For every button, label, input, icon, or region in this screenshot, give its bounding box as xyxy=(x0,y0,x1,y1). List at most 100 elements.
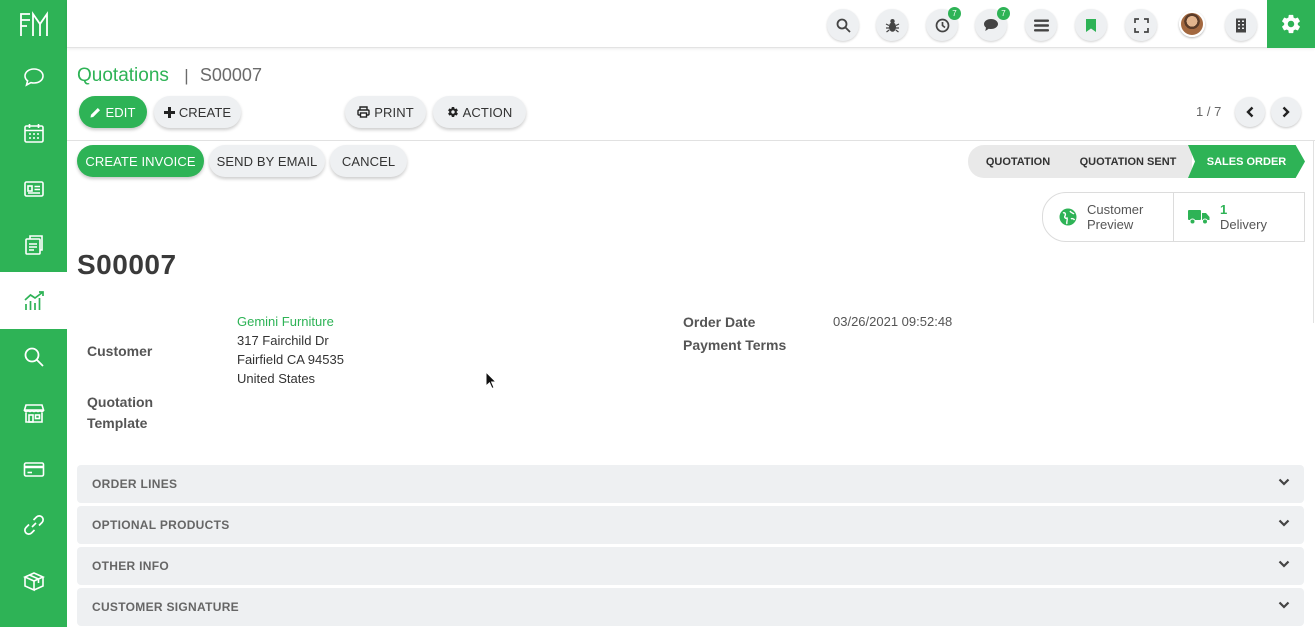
debug-button[interactable] xyxy=(876,9,908,41)
record-title: S00007 xyxy=(77,249,177,280)
search-icon xyxy=(836,18,851,33)
section-other-info-title: OTHER INFO xyxy=(92,559,169,573)
section-other-info[interactable]: OTHER INFO xyxy=(77,547,1304,585)
sidebar-item-payments[interactable] xyxy=(0,440,67,497)
send-by-email-label: SEND BY EMAIL xyxy=(216,153,318,169)
search-button[interactable] xyxy=(827,9,859,41)
print-button-label: PRINT xyxy=(374,104,414,120)
status-bar: QUOTATION QUOTATION SENT SALES ORDER xyxy=(968,145,1305,178)
fullscreen-icon xyxy=(1133,17,1149,33)
menu-button[interactable] xyxy=(1025,9,1057,41)
sidebar-item-contacts[interactable] xyxy=(0,160,67,217)
stage-sales-order[interactable]: SALES ORDER xyxy=(1188,145,1305,178)
action-button-label: ACTION xyxy=(462,104,513,120)
quotation-template-label: Quotation Template xyxy=(87,392,153,434)
customer-address-line1: 317 Fairchild Dr xyxy=(237,333,329,348)
settings-button[interactable] xyxy=(1267,0,1315,48)
order-date-label: Order Date xyxy=(683,314,756,330)
company-button[interactable] xyxy=(1225,9,1257,41)
customer-address-line3: United States xyxy=(237,371,316,386)
brand-logo-icon[interactable] xyxy=(0,0,67,48)
bug-icon xyxy=(885,18,899,32)
customer-preview-button[interactable]: Customer Preview xyxy=(1043,193,1174,241)
section-order-lines[interactable]: ORDER LINES xyxy=(77,465,1304,503)
breadcrumb-quotations-link[interactable]: Quotations xyxy=(77,65,169,86)
pencil-icon xyxy=(90,107,101,118)
mouse-cursor-icon xyxy=(485,370,498,395)
card-icon xyxy=(23,461,44,477)
create-invoice-button[interactable]: CREATE INVOICE xyxy=(77,145,204,177)
crm-icon xyxy=(24,234,43,255)
chevron-right-icon xyxy=(1282,106,1290,118)
cancel-button[interactable]: CANCEL xyxy=(330,145,407,177)
store-icon xyxy=(22,403,45,423)
smart-buttons: Customer Preview 1 Delivery xyxy=(1042,192,1305,242)
breadcrumb-separator: | xyxy=(184,66,189,85)
edit-button-label: EDIT xyxy=(105,104,136,120)
activities-button[interactable]: 7 xyxy=(926,7,961,41)
building-icon xyxy=(1236,18,1246,32)
edit-button[interactable]: EDIT xyxy=(79,96,147,128)
pager-previous-button[interactable] xyxy=(1235,97,1265,127)
hamburger-icon xyxy=(1033,19,1049,31)
order-date-value: 03/26/2021 09:52:48 xyxy=(833,314,953,329)
stage-quotation-label: QUOTATION xyxy=(985,155,1051,168)
link-icon xyxy=(23,514,44,535)
sidebar-item-products[interactable] xyxy=(0,552,67,609)
create-button[interactable]: CREATE xyxy=(154,96,241,128)
customer-link[interactable]: Gemini Furniture xyxy=(237,312,334,331)
bookmark-icon xyxy=(1086,18,1096,32)
sheet-border xyxy=(1313,141,1314,323)
section-optional-products-title: OPTIONAL PRODUCTS xyxy=(92,518,230,532)
sidebar-item-search[interactable] xyxy=(0,328,67,385)
clock-icon xyxy=(935,18,949,32)
print-button[interactable]: PRINT xyxy=(345,96,426,128)
chevron-left-icon xyxy=(1246,106,1254,118)
fullscreen-button[interactable] xyxy=(1125,9,1157,41)
chat-icon xyxy=(984,19,998,31)
delivery-button[interactable]: 1 Delivery xyxy=(1174,193,1305,241)
activities-badge: 7 xyxy=(948,7,961,20)
gift-box-icon xyxy=(22,571,45,591)
stage-quotation-sent-label: QUOTATION SENT xyxy=(1079,155,1177,168)
search-icon xyxy=(24,347,44,367)
send-by-email-button[interactable]: SEND BY EMAIL xyxy=(209,145,325,177)
section-customer-signature[interactable]: CUSTOMER SIGNATURE xyxy=(77,588,1304,626)
gear-icon xyxy=(447,106,459,118)
app-sidebar xyxy=(0,0,67,627)
stage-sales-order-label: SALES ORDER xyxy=(1206,155,1287,168)
sidebar-item-links[interactable] xyxy=(0,496,67,553)
sidebar-item-discuss[interactable] xyxy=(0,48,67,105)
sidebar-item-store[interactable] xyxy=(0,384,67,441)
bookmark-button[interactable] xyxy=(1075,9,1107,41)
calendar-icon xyxy=(23,123,44,143)
user-avatar[interactable] xyxy=(1179,11,1205,37)
section-customer-signature-title: CUSTOMER SIGNATURE xyxy=(92,600,239,614)
stage-quotation[interactable]: QUOTATION xyxy=(968,145,1068,178)
control-panel-divider xyxy=(67,140,1315,141)
messages-button[interactable]: 7 xyxy=(975,7,1010,41)
quotation-template-label-line2: Template xyxy=(87,415,148,431)
sidebar-item-crm[interactable] xyxy=(0,216,67,273)
cancel-label: CANCEL xyxy=(341,153,396,169)
sidebar-item-calendar[interactable] xyxy=(0,104,67,161)
action-button[interactable]: ACTION xyxy=(433,96,526,128)
payment-terms-label: Payment Terms xyxy=(683,337,787,353)
gear-icon xyxy=(1282,14,1300,34)
customer-label: Customer xyxy=(87,343,153,359)
stage-quotation-sent[interactable]: QUOTATION SENT xyxy=(1064,145,1192,178)
create-invoice-label: CREATE INVOICE xyxy=(85,153,196,169)
delivery-text: 1 Delivery xyxy=(1220,202,1267,232)
customer-preview-line1: Customer xyxy=(1087,202,1144,217)
chevron-down-icon xyxy=(1278,560,1290,568)
delivery-count: 1 xyxy=(1220,202,1228,217)
customer-preview-text: Customer Preview xyxy=(1087,202,1143,232)
pager-value[interactable]: 1 / 7 xyxy=(1196,104,1221,119)
section-order-lines-title: ORDER LINES xyxy=(92,477,178,491)
customer-preview-line2: Preview xyxy=(1087,217,1134,232)
section-optional-products[interactable]: OPTIONAL PRODUCTS xyxy=(77,506,1304,544)
contacts-icon xyxy=(23,180,44,197)
sidebar-item-sales[interactable] xyxy=(0,272,67,329)
printer-icon xyxy=(357,106,370,118)
pager-next-button[interactable] xyxy=(1271,97,1301,127)
